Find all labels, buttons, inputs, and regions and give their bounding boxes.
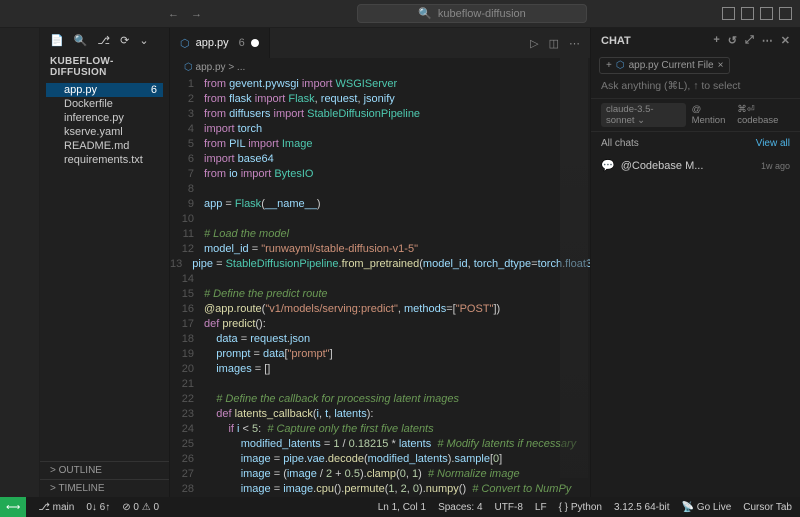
mention-button[interactable]: @ Mention <box>692 104 732 126</box>
python-env[interactable]: 3.12.5 64-bit <box>614 502 670 513</box>
chat-history-item[interactable]: 💬 @Codebase M... 1w ago <box>601 159 790 172</box>
problems-status[interactable]: ⊘ 0 ⚠ 0 <box>122 502 159 513</box>
more-icon[interactable]: ⋯ <box>762 34 773 47</box>
command-center[interactable]: 🔍 kubeflow-diffusion <box>357 4 587 23</box>
explorer-sidebar: 📄 🔍 ⎇ ⟳ ⌄ KUBEFLOW-DIFFUSION app.py6Dock… <box>40 28 170 497</box>
editor-tabs: ⬡ app.py 6 ▷ ◫ ⋯ <box>170 28 590 58</box>
all-chats-label: All chats <box>601 138 639 149</box>
plus-icon: + <box>606 60 612 71</box>
codebase-button[interactable]: ⌘⏎ codebase <box>737 104 790 126</box>
explorer-header[interactable]: KUBEFLOW-DIFFUSION <box>40 53 169 81</box>
encoding-status[interactable]: UTF-8 <box>495 502 523 513</box>
python-icon: ⬡ <box>180 37 190 50</box>
eol-status[interactable]: LF <box>535 502 547 513</box>
history-icon[interactable]: ↺ <box>728 34 737 47</box>
model-select[interactable]: claude-3.5-sonnet ⌄ <box>601 103 686 127</box>
chat-panel: CHAT + ↺ ⤢ ⋯ ✕ + ⬡ app.py Current File ×… <box>590 28 800 497</box>
split-icon[interactable]: ◫ <box>549 37 559 50</box>
nav-back-icon[interactable]: ← <box>168 8 179 20</box>
chat-input[interactable]: Ask anything (⌘L), ↑ to select <box>601 80 790 92</box>
layout-right-icon[interactable] <box>760 7 773 20</box>
file-Dockerfile[interactable]: Dockerfile <box>46 97 163 111</box>
layout-left-icon[interactable] <box>722 7 735 20</box>
remote-indicator[interactable]: ⟷ <box>0 497 26 517</box>
plus-icon[interactable]: + <box>713 34 719 47</box>
file-inference-py[interactable]: inference.py <box>46 111 163 125</box>
file-app-py[interactable]: app.py6 <box>46 83 163 97</box>
branch-status[interactable]: ⎇ main <box>38 502 74 513</box>
search-icon[interactable]: 🔍 <box>74 34 88 47</box>
activity-bar <box>0 28 40 497</box>
outline-section[interactable]: > OUTLINE <box>40 461 169 479</box>
view-all-link[interactable]: View all <box>756 138 790 149</box>
branch-icon[interactable]: ⎇ <box>97 34 110 47</box>
tab-app-py[interactable]: ⬡ app.py 6 <box>170 28 270 58</box>
chat-title: CHAT <box>601 35 631 47</box>
minimap[interactable] <box>560 58 588 478</box>
search-icon: 🔍 <box>418 7 432 20</box>
cursor-tab[interactable]: Cursor Tab <box>743 502 792 513</box>
timeline-section[interactable]: > TIMELINE <box>40 479 169 497</box>
titlebar: ← → 🔍 kubeflow-diffusion <box>0 0 800 28</box>
cursor-pos[interactable]: Ln 1, Col 1 <box>378 502 426 513</box>
expand-icon[interactable]: ⤢ <box>745 34 754 47</box>
refresh-icon[interactable]: ⟳ <box>120 34 129 47</box>
close-icon[interactable]: × <box>718 60 724 71</box>
context-pill[interactable]: + ⬡ app.py Current File × <box>599 57 730 74</box>
more-icon[interactable]: ⋯ <box>569 37 580 50</box>
project-name: kubeflow-diffusion <box>438 8 526 20</box>
code-editor[interactable]: 1from gevent.pywsgi import WSGIServer2fr… <box>170 77 590 497</box>
nav-fwd-icon[interactable]: → <box>191 8 202 20</box>
close-icon[interactable]: ✕ <box>781 34 790 47</box>
new-file-icon[interactable]: 📄 <box>50 34 64 47</box>
chat-icon: 💬 <box>601 159 615 172</box>
file-kserve-yaml[interactable]: kserve.yaml <box>46 125 163 139</box>
status-bar: ⟷ ⎇ main 0↓ 6↑ ⊘ 0 ⚠ 0 Ln 1, Col 1 Space… <box>0 497 800 517</box>
dirty-indicator-icon <box>251 39 259 47</box>
breadcrumb[interactable]: ⬡ app.py > ... <box>170 58 590 77</box>
go-live[interactable]: 📡 Go Live <box>682 502 732 513</box>
file-README-md[interactable]: README.md <box>46 139 163 153</box>
file-requirements-txt[interactable]: requirements.txt <box>46 153 163 167</box>
layout-panel-icon[interactable] <box>779 7 792 20</box>
run-icon[interactable]: ▷ <box>530 37 538 50</box>
indent-status[interactable]: Spaces: 4 <box>438 502 482 513</box>
lang-status[interactable]: { } Python <box>559 502 602 513</box>
chevron-down-icon[interactable]: ⌄ <box>139 34 148 47</box>
layout-bottom-icon[interactable] <box>741 7 754 20</box>
sync-status[interactable]: 0↓ 6↑ <box>86 502 110 513</box>
